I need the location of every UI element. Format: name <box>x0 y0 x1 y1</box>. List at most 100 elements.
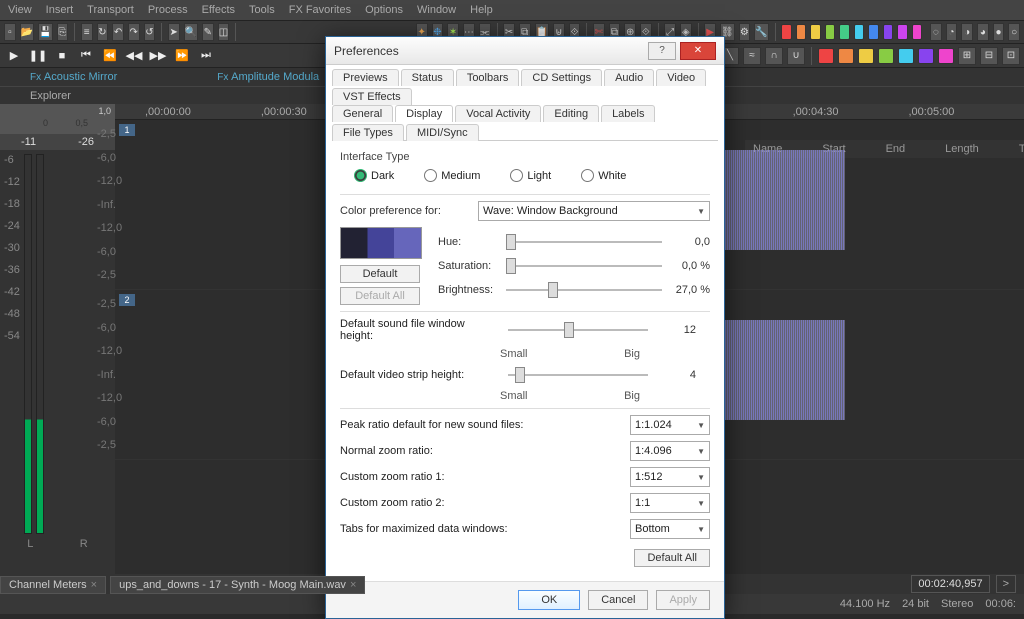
eq-icon[interactable]: ≡ <box>81 23 93 41</box>
peak-ratio-select[interactable]: 1:1.024▼ <box>630 415 710 435</box>
menu-process[interactable]: Process <box>148 4 188 16</box>
skip-end-icon[interactable]: ⏭ <box>196 48 216 64</box>
tab-editing[interactable]: Editing <box>543 105 599 122</box>
menu-help[interactable]: Help <box>470 4 493 16</box>
stop-icon[interactable]: ■ <box>52 48 72 64</box>
settings-icon[interactable]: ⚙ <box>739 23 751 41</box>
color-2[interactable] <box>796 24 806 40</box>
tab-cd-settings[interactable]: CD Settings <box>521 69 602 86</box>
ffwd-icon[interactable]: ▶▶ <box>148 48 168 64</box>
color-10[interactable] <box>912 24 922 40</box>
close-icon[interactable]: ✕ <box>680 42 716 60</box>
fx-acoustic-mirror[interactable]: Fx Acoustic Mirror <box>30 71 117 83</box>
cursor-icon[interactable]: ➤ <box>168 23 180 41</box>
draw-icon[interactable]: ✎ <box>202 23 214 41</box>
tab-file[interactable]: ups_and_downs - 17 - Synth - Moog Main.w… <box>110 576 365 594</box>
curve-6[interactable]: ∩ <box>765 47 783 65</box>
tab-file-types[interactable]: File Types <box>332 124 404 141</box>
zoom-icon[interactable]: 🔍 <box>184 23 198 41</box>
menu-tools[interactable]: Tools <box>249 4 275 16</box>
tab-vocal-activity[interactable]: Vocal Activity <box>455 105 541 122</box>
tab-toolbars[interactable]: Toolbars <box>456 69 520 86</box>
tab-display[interactable]: Display <box>395 105 453 122</box>
rewind-icon[interactable]: ◀◀ <box>124 48 144 64</box>
menu-view[interactable]: View <box>8 4 32 16</box>
tool-h[interactable]: ⊟ <box>980 47 998 65</box>
default-button[interactable]: Default <box>340 265 420 283</box>
tabs-max-select[interactable]: Bottom▼ <box>630 519 710 539</box>
saveas-icon[interactable]: ⎘ <box>57 23 69 41</box>
menu-transport[interactable]: Transport <box>87 4 134 16</box>
saturation-slider[interactable] <box>506 257 662 275</box>
prev-icon[interactable]: ⏪ <box>100 48 120 64</box>
tab-previews[interactable]: Previews <box>332 69 399 86</box>
bcolor-6[interactable] <box>918 48 934 64</box>
bcolor-5[interactable] <box>898 48 914 64</box>
select-icon[interactable]: ◫ <box>218 23 230 41</box>
save-icon[interactable]: 💾 <box>38 23 52 41</box>
bcolor-2[interactable] <box>838 48 854 64</box>
close-icon[interactable]: × <box>350 579 356 591</box>
tool-e[interactable]: ● <box>993 23 1005 41</box>
color-5[interactable] <box>839 24 849 40</box>
menu-window[interactable]: Window <box>417 4 456 16</box>
radio-light[interactable]: Light <box>510 169 551 182</box>
tab-general[interactable]: General <box>332 105 393 122</box>
skip-start-icon[interactable]: ⏮ <box>76 48 96 64</box>
video-height-slider[interactable] <box>508 366 648 384</box>
help-icon[interactable]: ? <box>648 42 676 60</box>
hue-slider[interactable] <box>506 233 662 251</box>
bcolor-4[interactable] <box>878 48 894 64</box>
open-icon[interactable]: 📂 <box>20 23 34 41</box>
cancel-button[interactable]: Cancel <box>588 590 648 610</box>
redo-icon[interactable]: ↷ <box>128 23 140 41</box>
new-icon[interactable]: ▫ <box>4 23 16 41</box>
menu-insert[interactable]: Insert <box>46 4 74 16</box>
menu-effects[interactable]: Effects <box>202 4 235 16</box>
curve-7[interactable]: ∪ <box>787 47 805 65</box>
tab-channel-meters[interactable]: Channel Meters × <box>0 576 106 594</box>
sound-height-slider[interactable] <box>508 321 648 339</box>
radio-medium[interactable]: Medium <box>424 169 480 182</box>
next-icon[interactable]: ⏩ <box>172 48 192 64</box>
tool-c[interactable]: ◑ <box>961 23 973 41</box>
zoom-display[interactable]: > <box>996 575 1016 593</box>
radio-white[interactable]: White <box>581 169 626 182</box>
play-icon[interactable]: ▶ <box>4 48 24 64</box>
dialog-titlebar[interactable]: Preferences ? ✕ <box>326 37 724 65</box>
default-all-button[interactable]: Default All <box>634 549 710 567</box>
color-4[interactable] <box>825 24 835 40</box>
tool-f[interactable]: ○ <box>1008 23 1020 41</box>
tab-midi-sync[interactable]: MIDI/Sync <box>406 124 479 141</box>
color-3[interactable] <box>810 24 820 40</box>
color-7[interactable] <box>868 24 878 40</box>
tab-vst[interactable]: VST Effects <box>332 88 412 105</box>
undo-icon[interactable]: ↶ <box>112 23 124 41</box>
pause-icon[interactable]: ❚❚ <box>28 48 48 64</box>
bcolor-3[interactable] <box>858 48 874 64</box>
curve-5[interactable]: ≈ <box>743 47 761 65</box>
menu-fx-favorites[interactable]: FX Favorites <box>289 4 351 16</box>
color-9[interactable] <box>897 24 907 40</box>
repeat-icon[interactable]: ↺ <box>144 23 156 41</box>
bcolor-7[interactable] <box>938 48 954 64</box>
close-icon[interactable]: × <box>91 579 97 591</box>
tool-d[interactable]: ◕ <box>977 23 989 41</box>
tool-g[interactable]: ⊞ <box>958 47 976 65</box>
normal-zoom-select[interactable]: 1:4.096▼ <box>630 441 710 461</box>
loop-icon[interactable]: ↻ <box>97 23 109 41</box>
custom-zoom-1-select[interactable]: 1:512▼ <box>630 467 710 487</box>
color-6[interactable] <box>854 24 864 40</box>
tab-labels[interactable]: Labels <box>601 105 655 122</box>
menu-options[interactable]: Options <box>365 4 403 16</box>
tool-a[interactable]: ◌ <box>930 23 942 41</box>
fx-amplitude-modula[interactable]: Fx Amplitude Modula <box>217 71 319 83</box>
brightness-slider[interactable] <box>506 281 662 299</box>
ok-button[interactable]: OK <box>518 590 580 610</box>
color-1[interactable] <box>781 24 791 40</box>
wrench-icon[interactable]: 🔧 <box>754 23 768 41</box>
tool-i[interactable]: ⊡ <box>1002 47 1020 65</box>
color-8[interactable] <box>883 24 893 40</box>
tab-video[interactable]: Video <box>656 69 706 86</box>
bcolor-1[interactable] <box>818 48 834 64</box>
